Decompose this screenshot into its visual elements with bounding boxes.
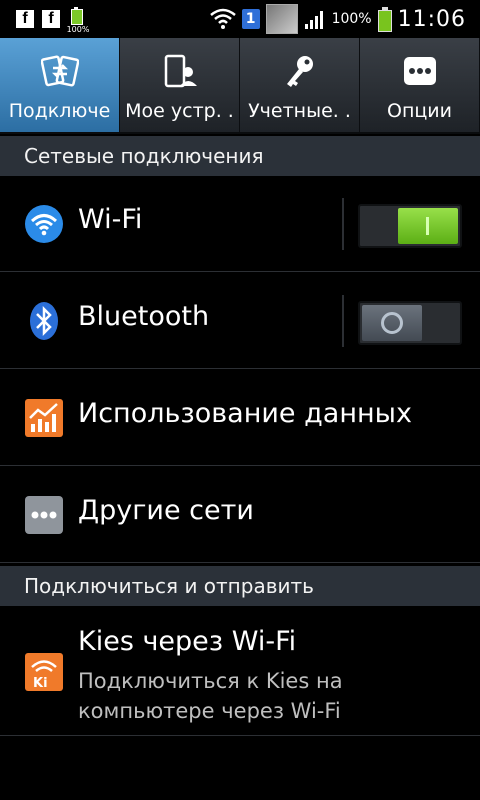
toggle-knob-off	[362, 305, 422, 341]
tab-my-device[interactable]: Мое устр. .	[120, 38, 240, 132]
battery-icon: 100%	[67, 5, 89, 34]
wifi-label: Wi-Fi	[78, 204, 143, 235]
battery-percent: 100%	[331, 11, 372, 27]
clock: 11:06	[397, 6, 466, 32]
tab-connections[interactable]: Подключе	[0, 38, 120, 132]
tab-label: Опции	[386, 100, 452, 122]
device-icon	[164, 54, 197, 88]
wifi-row[interactable]: Wi-Fi	[0, 176, 480, 272]
connections-icon	[40, 55, 79, 87]
more-networks-icon	[25, 496, 63, 534]
kies-title: Kies через Wi-Fi	[78, 626, 297, 657]
key-icon	[286, 56, 313, 87]
bluetooth-row[interactable]: Bluetooth	[0, 273, 480, 369]
kies-icon: Ki	[25, 653, 63, 691]
other-networks-row[interactable]: Другие сети	[0, 467, 480, 563]
kies-subtitle: Подключиться к Kies на компьютере через …	[78, 669, 343, 723]
svg-text:Ki: Ki	[33, 676, 48, 691]
divider	[342, 198, 344, 250]
section-header-network: Сетевые подключения	[0, 136, 480, 176]
bluetooth-toggle[interactable]	[358, 301, 462, 345]
tab-label: Учетные. .	[248, 100, 351, 122]
tab-label: Подключе	[8, 100, 111, 122]
section-header-share: Подключиться и отправить	[0, 566, 480, 606]
toggle-knob-on	[398, 208, 458, 244]
wifi-icon	[209, 8, 236, 29]
bluetooth-icon	[30, 302, 58, 340]
other-networks-label: Другие сети	[78, 495, 254, 526]
divider	[342, 295, 344, 347]
kies-row[interactable]: Ki Kies через Wi-Fi Подключиться к Kies …	[0, 606, 480, 736]
more-icon	[403, 57, 436, 85]
data-usage-icon	[25, 399, 63, 437]
wifi-icon	[25, 205, 63, 243]
image-thumbnail	[265, 4, 298, 34]
small-battery-percent: 100%	[66, 25, 90, 34]
tab-accounts[interactable]: Учетные. .	[240, 38, 360, 132]
status-bar: f f 100% 1 100% 11:06	[0, 0, 480, 38]
settings-tab-bar: Подключе Мое устр. . Учетные. . Опции	[0, 38, 480, 134]
data-usage-row[interactable]: Использование данных	[0, 370, 480, 466]
signal-icon	[304, 11, 323, 29]
wifi-toggle[interactable]	[358, 204, 462, 248]
battery-icon	[377, 7, 392, 32]
tab-options[interactable]: Опции	[360, 38, 480, 132]
bluetooth-label: Bluetooth	[78, 301, 210, 332]
facebook-icon: f	[16, 10, 34, 28]
data-usage-label: Использование данных	[78, 398, 412, 429]
sim-icon: 1	[241, 9, 260, 29]
tab-label: Мое устр. .	[125, 100, 234, 122]
facebook-icon: f	[42, 10, 60, 28]
